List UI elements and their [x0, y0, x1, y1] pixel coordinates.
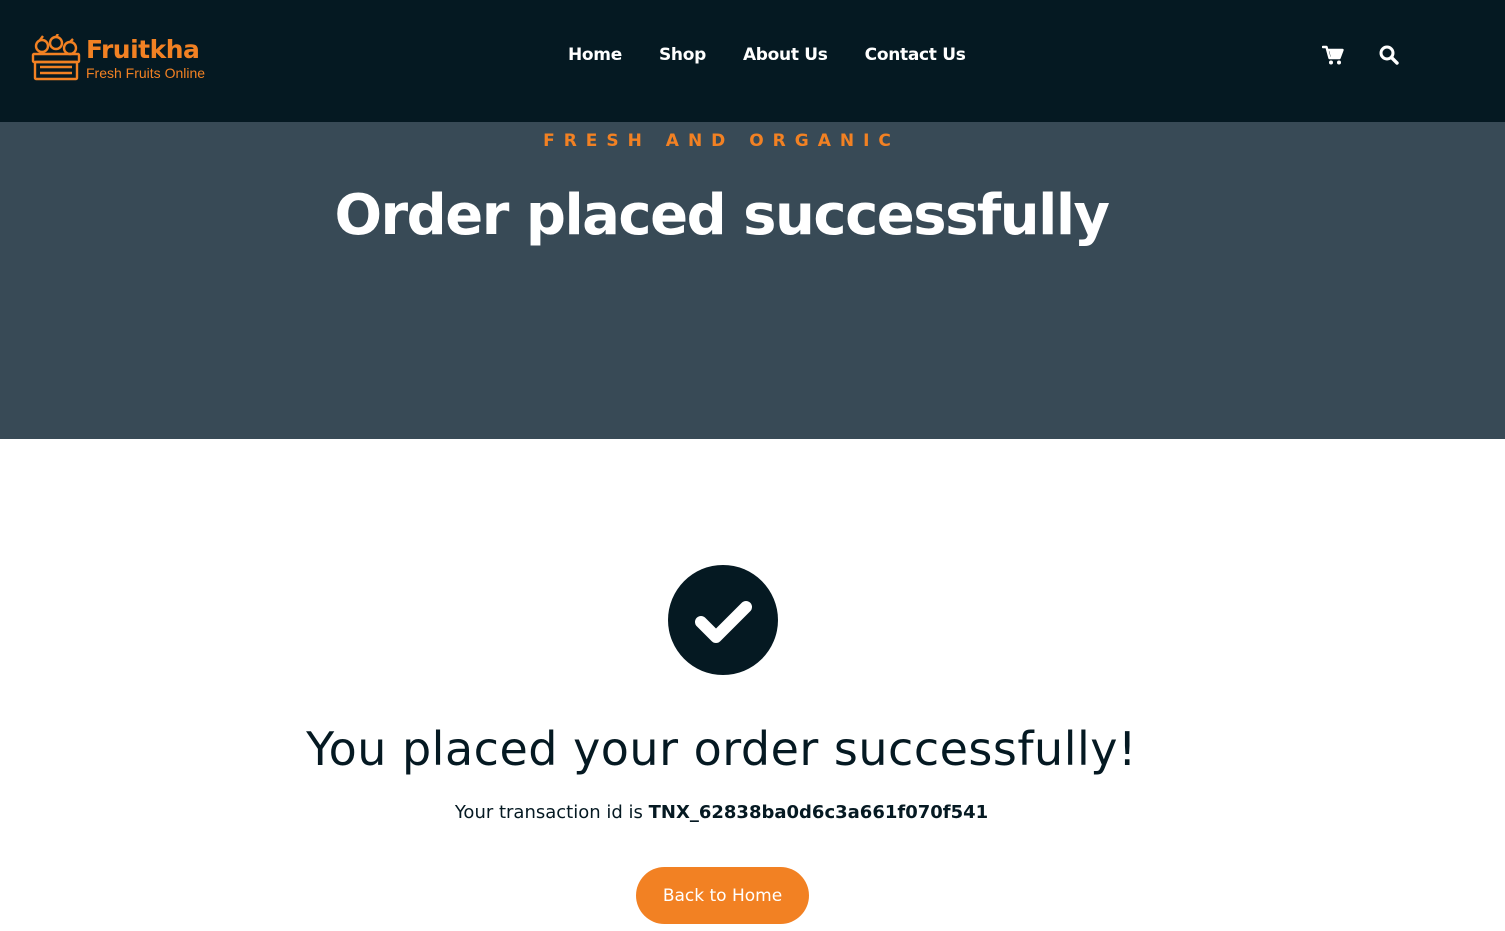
- brand-logo[interactable]: Fruitkha Fresh Fruits Online: [30, 34, 205, 82]
- main-nav: Home Shop About Us Contact Us: [568, 43, 1003, 67]
- brand-tagline: Fresh Fruits Online: [86, 65, 206, 81]
- back-to-home-button[interactable]: Back to Home: [636, 867, 809, 924]
- logo-text: Fruitkha Fresh Fruits Online: [86, 35, 206, 82]
- transaction-id: TNX_62838ba0d6c3a661f070f541: [648, 802, 989, 823]
- brand-name: Fruitkha: [86, 35, 200, 64]
- order-success-section: You placed your order successfully! Your…: [0, 439, 1505, 931]
- hero-subtitle: FRESH AND ORGANIC: [543, 131, 900, 151]
- nav-contact-us[interactable]: Contact Us: [865, 43, 966, 67]
- nav-shop[interactable]: Shop: [659, 43, 706, 67]
- site-header: Fruitkha Fresh Fruits Online Home Shop A…: [0, 0, 1505, 122]
- transaction-label: Your transaction id is: [454, 802, 643, 823]
- hero-banner: FRESH AND ORGANIC Order placed successfu…: [0, 122, 1505, 439]
- success-heading: You placed your order successfully!: [306, 722, 1137, 776]
- check-circle-icon: [668, 565, 778, 675]
- cart-icon[interactable]: [1322, 44, 1344, 66]
- page-title: Order placed successfully: [334, 183, 1110, 248]
- transaction-info: Your transaction id is TNX_62838ba0d6c3a…: [0, 801, 1443, 825]
- fruit-basket-icon: [31, 34, 81, 81]
- nav-home[interactable]: Home: [568, 43, 622, 67]
- search-icon[interactable]: [1378, 44, 1400, 66]
- nav-about-us[interactable]: About Us: [743, 43, 828, 67]
